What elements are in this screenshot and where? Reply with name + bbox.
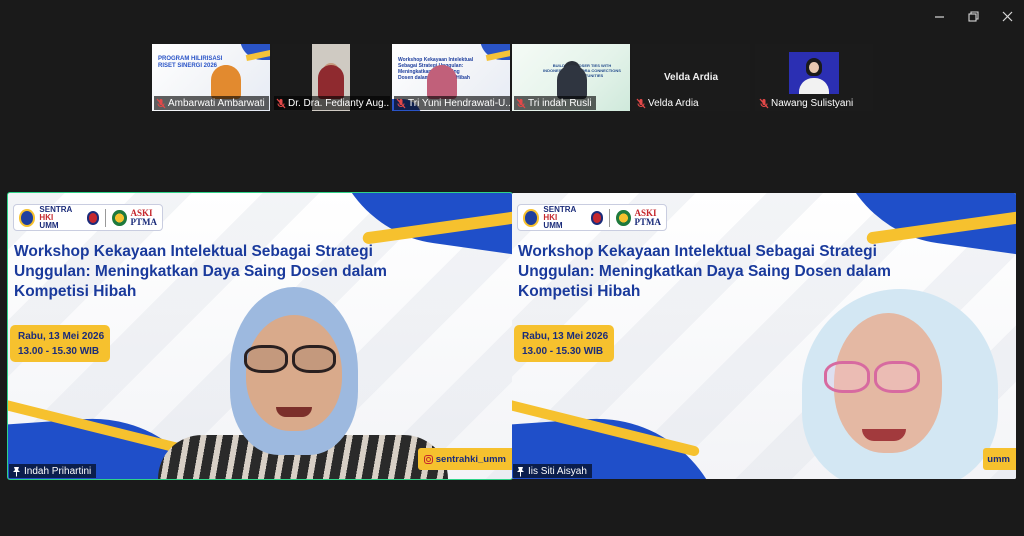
logo-line1: SENTRA HKI	[39, 204, 73, 222]
logo-divider	[609, 208, 611, 227]
participant-name-tag: Velda Ardia	[634, 96, 703, 110]
mic-muted-icon	[156, 98, 166, 109]
participant-thumbnail[interactable]: Workshop Kekayaan Intelektual Sebagai St…	[392, 44, 510, 111]
participant-name-tag: Tri indah Rusli	[514, 96, 596, 110]
participant-name-tag: Indah Prihartini	[9, 464, 97, 478]
participant-thumbnail[interactable]: PROGRAM HILIRISASI RISET SINERGI 2026 Am…	[152, 44, 270, 111]
event-time: 13.00 - 15.30 WIB	[522, 345, 604, 357]
event-time: 13.00 - 15.30 WIB	[18, 345, 100, 357]
event-date: Rabu, 13 Mei 2026	[522, 331, 609, 342]
participant-name-tag: Dr. Dra. Fedianty Aug...	[274, 96, 390, 110]
logo-line1: SENTRA HKI	[543, 204, 577, 222]
umm-seal-icon	[19, 208, 36, 227]
participant-body	[211, 65, 241, 99]
event-date-box: Rabu, 13 Mei 2026 13.00 - 15.30 WIB	[10, 325, 110, 362]
event-date-box: Rabu, 13 Mei 2026 13.00 - 15.30 WIB	[514, 325, 614, 362]
logo-text: SENTRA HKI UMM	[39, 204, 82, 230]
hki-badge-icon	[86, 210, 100, 225]
participant-mouth	[862, 429, 906, 441]
avatar-face	[809, 62, 819, 73]
participant-thumbnail[interactable]: Dr. Dra. Fedianty Aug...	[272, 44, 390, 111]
participant-video	[158, 279, 448, 479]
glasses	[244, 345, 336, 373]
participant-name: Tri indah Rusli	[528, 97, 592, 109]
participant-name: Indah Prihartini	[24, 465, 92, 477]
instagram-handle: umm	[983, 448, 1016, 470]
minimize-icon[interactable]	[922, 0, 956, 32]
logo-line2: UMM	[543, 220, 563, 230]
close-icon[interactable]	[990, 0, 1024, 32]
participant-mouth	[276, 407, 312, 417]
participant-body	[557, 65, 587, 99]
participant-thumbnail[interactable]: BUILDING CLOSER TIES WITH INDONESIAN DIA…	[512, 44, 630, 111]
restore-icon[interactable]	[956, 0, 990, 32]
participant-name: Velda Ardia	[648, 97, 699, 109]
participant-name: Iis Siti Aisyah	[528, 465, 587, 477]
mic-muted-icon	[759, 98, 769, 109]
window-controls	[922, 0, 1024, 32]
instagram-icon	[423, 454, 433, 464]
mic-muted-icon	[276, 98, 286, 109]
participant-name: Nawang Sulistyani	[771, 97, 854, 109]
avatar	[789, 52, 839, 94]
participant-name-tag: Ambarwati Ambarwati	[154, 96, 269, 110]
mic-muted-icon	[636, 98, 646, 109]
mic-muted-icon	[396, 98, 406, 109]
hki-badge-icon	[590, 210, 604, 225]
logo-divider	[105, 208, 107, 227]
umm-seal-icon	[523, 208, 540, 227]
participant-name-tag: Iis Siti Aisyah	[513, 464, 592, 478]
avatar-body	[799, 78, 829, 94]
event-date: Rabu, 13 Mei 2026	[18, 331, 105, 342]
participant-video	[762, 289, 1012, 479]
participant-display-name: Velda Ardia	[663, 72, 719, 83]
instagram-handle: sentrahki_umm	[417, 448, 512, 470]
logo-text: SENTRA HKI UMM	[543, 204, 586, 230]
logo-line2: UMM	[39, 220, 59, 230]
participant-name: Dr. Dra. Fedianty Aug...	[288, 97, 390, 109]
participant-name-tag: Nawang Sulistyani	[757, 96, 857, 110]
participant-name-tag: Tri Yuni Hendrawati-U...	[394, 96, 510, 110]
sentra-hki-logo: SENTRA HKI UMM ASKI PTMA	[517, 204, 667, 231]
participant-name: Ambarwati Ambarwati	[168, 97, 265, 109]
pin-icon	[12, 466, 21, 477]
participant-thumbnail[interactable]: Velda Ardia Velda Ardia	[632, 44, 750, 111]
aski-ptma-logo: ASKI PTMA	[634, 207, 662, 227]
sentra-hki-logo: SENTRA HKI UMM ASKI PTMA	[13, 204, 163, 231]
aski-ptma-logo: ASKI PTMA	[130, 207, 158, 227]
aski-sun-icon	[112, 209, 127, 226]
aski-sun-icon	[616, 209, 631, 226]
pin-icon	[516, 466, 525, 477]
participant-strip: PROGRAM HILIRISASI RISET SINERGI 2026 Am…	[152, 44, 750, 111]
participant-name: Tri Yuni Hendrawati-U...	[408, 97, 510, 109]
participant-body	[427, 65, 457, 99]
video-tile[interactable]: SENTRA HKI UMM ASKI PTMA Workshop Kekaya…	[512, 193, 1016, 479]
participant-body	[318, 65, 344, 99]
participant-thumbnail[interactable]: Nawang Sulistyani	[755, 44, 873, 111]
glasses	[824, 361, 920, 393]
mic-muted-icon	[516, 98, 526, 109]
video-tile-speaker[interactable]: SENTRA HKI UMM ASKI PTMA Workshop Kekaya…	[7, 192, 513, 480]
